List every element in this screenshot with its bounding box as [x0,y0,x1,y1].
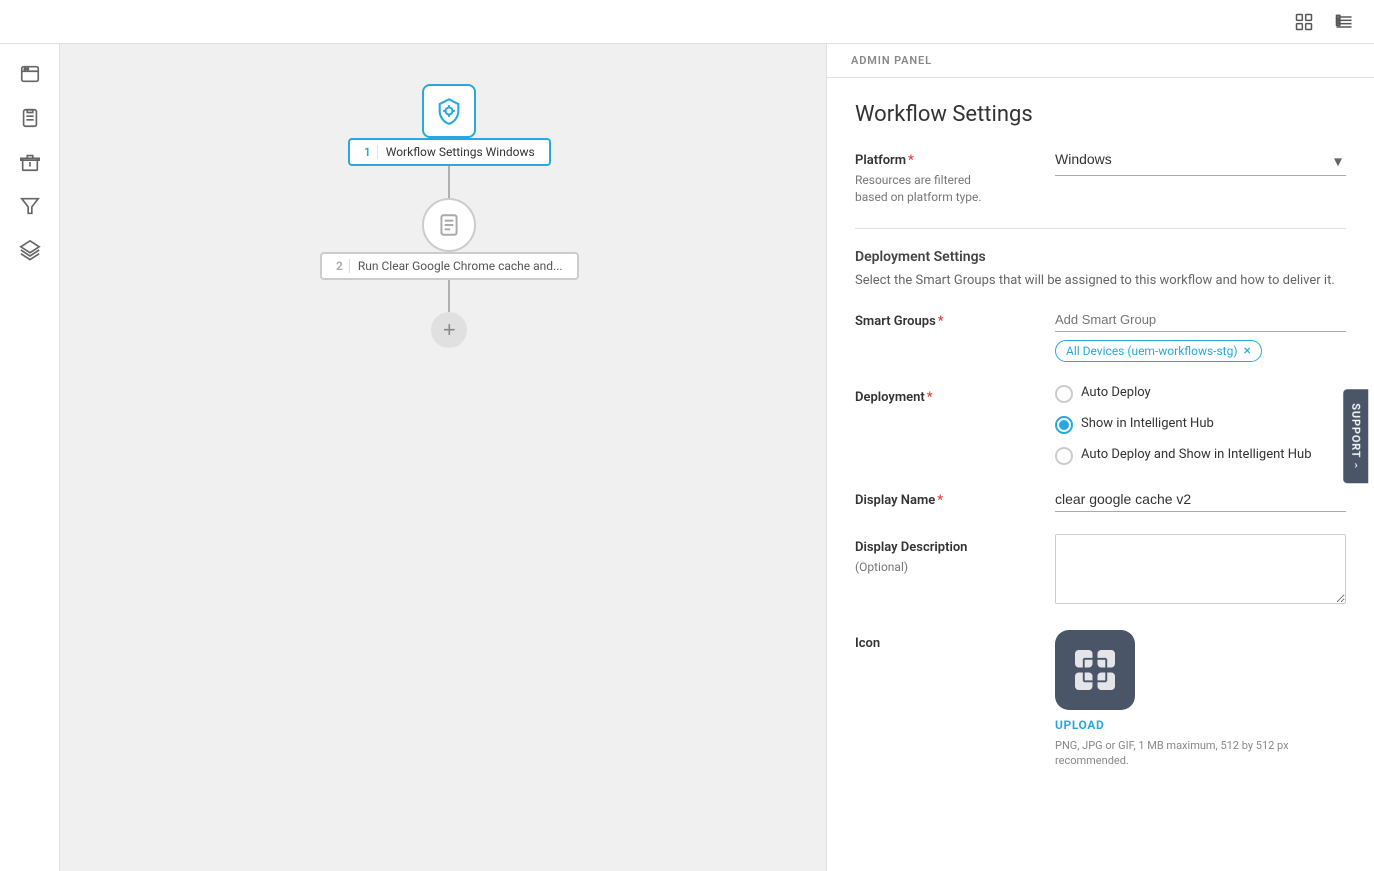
add-node-button[interactable]: + [431,312,467,348]
icon-preview [1055,630,1135,710]
display-name-field-row: Display Name* [855,487,1346,512]
deployment-input-col: Auto Deploy Show in Intelligent Hub Auto… [1055,384,1346,465]
display-description-label-col: Display Description (Optional) [855,534,1055,576]
node1-label-box[interactable]: 1 Workflow Settings Windows [348,138,551,166]
smart-groups-tag-label: All Devices (uem-workflows-stg) [1066,344,1238,358]
node1-icon [422,84,476,138]
admin-panel-header: ADMIN PANEL [827,44,1374,78]
workflow-container: 1 Workflow Settings Windows 2 Run Clear … [320,84,579,348]
list-view-icon[interactable] [1330,8,1358,36]
smart-groups-input[interactable] [1055,308,1346,332]
icon-label-col: Icon [855,630,1055,651]
deployment-settings-desc: Select the Smart Groups that will be ass… [855,271,1346,291]
support-tab-label: SUPPORT [1349,403,1362,458]
smart-groups-input-col: All Devices (uem-workflows-stg) × [1055,308,1346,362]
node2-label-box[interactable]: 2 Run Clear Google Chrome cache and... [320,252,579,280]
grid-view-icon[interactable] [1290,8,1318,36]
platform-desc: Resources are filtered based on platform… [855,172,1055,206]
radio-show-intelligent-hub-circle [1055,416,1073,434]
display-description-label: Display Description [855,540,1055,555]
display-name-label: Display Name* [855,493,1055,508]
panel-content: Workflow Settings Platform* Resources ar… [827,78,1374,815]
platform-label: Platform* [855,153,1055,168]
icon-field-row: Icon [855,630,1346,769]
display-name-label-col: Display Name* [855,487,1055,508]
display-description-input-col [1055,534,1346,608]
display-description-field-row: Display Description (Optional) [855,534,1346,608]
node2-text: Run Clear Google Chrome cache and... [358,259,563,273]
deployment-required: * [927,390,933,405]
radio-show-intelligent-hub-label: Show in Intelligent Hub [1081,415,1214,433]
smart-groups-tag-close[interactable]: × [1244,344,1251,358]
upload-hint: PNG, JPG or GIF, 1 MB maximum, 512 by 51… [1055,738,1346,769]
support-tab[interactable]: SUPPORT ‹ [1343,389,1368,483]
radio-auto-deploy[interactable]: Auto Deploy [1055,384,1346,403]
platform-input-col: Windows macOS iOS Android ▾ [1055,147,1346,176]
left-sidebar [0,44,60,871]
upload-link[interactable]: UPLOAD [1055,718,1346,732]
main-layout: 1 Workflow Settings Windows 2 Run Clear … [0,44,1374,871]
platform-select-wrapper: Windows macOS iOS Android ▾ [1055,147,1346,176]
radio-auto-deploy-show-label: Auto Deploy and Show in Intelligent Hub [1081,446,1312,464]
radio-show-intelligent-hub[interactable]: Show in Intelligent Hub [1055,415,1346,434]
smart-groups-label: Smart Groups* [855,314,1055,329]
radio-auto-deploy-show-circle [1055,447,1073,465]
deployment-settings-heading: Deployment Settings [855,249,1346,265]
smart-groups-field-row: Smart Groups* All Devices (uem-workflows… [855,308,1346,362]
display-description-textarea[interactable] [1055,534,1346,604]
connector-2-add [448,280,450,312]
icon-input-col: UPLOAD PNG, JPG or GIF, 1 MB maximum, 51… [1055,630,1346,769]
radio-auto-deploy-circle [1055,385,1073,403]
platform-label-col: Platform* Resources are filtered based o… [855,147,1055,206]
support-chevron-icon: ‹ [1353,460,1357,473]
smart-groups-required: * [938,314,944,329]
smart-groups-label-col: Smart Groups* [855,308,1055,329]
deployment-label-col: Deployment* [855,384,1055,405]
sidebar-item-window[interactable] [12,56,48,92]
node1-text: Workflow Settings Windows [386,145,535,159]
canvas-area: 1 Workflow Settings Windows 2 Run Clear … [60,44,826,871]
top-bar [0,0,1374,44]
platform-required: * [908,153,914,168]
sidebar-item-clipboard[interactable] [12,100,48,136]
node1-step: 1 [364,145,378,159]
panel-title: Workflow Settings [855,102,1346,127]
sidebar-item-layers[interactable] [12,232,48,268]
display-description-optional: (Optional) [855,559,1055,576]
connector-1-2 [448,166,450,198]
smart-groups-tag: All Devices (uem-workflows-stg) × [1055,340,1262,362]
radio-auto-deploy-show[interactable]: Auto Deploy and Show in Intelligent Hub [1055,446,1346,465]
right-panel: ADMIN PANEL Workflow Settings Platform* … [826,44,1374,871]
radio-auto-deploy-label: Auto Deploy [1081,384,1151,402]
platform-field-row: Platform* Resources are filtered based o… [855,147,1346,206]
display-name-input[interactable] [1055,487,1346,512]
deployment-label: Deployment* [855,390,1055,405]
sidebar-item-package[interactable] [12,144,48,180]
sidebar-item-filter[interactable] [12,188,48,224]
platform-select[interactable]: Windows macOS iOS Android [1055,147,1346,171]
node2-icon [422,198,476,252]
display-name-input-col [1055,487,1346,512]
deployment-field-row: Deployment* Auto Deploy Show in Intellig… [855,384,1346,465]
display-name-required: * [937,493,943,508]
icon-label: Icon [855,636,1055,651]
section-divider-1 [855,228,1346,229]
node2-step: 2 [336,259,350,273]
deployment-radio-group: Auto Deploy Show in Intelligent Hub Auto… [1055,384,1346,465]
